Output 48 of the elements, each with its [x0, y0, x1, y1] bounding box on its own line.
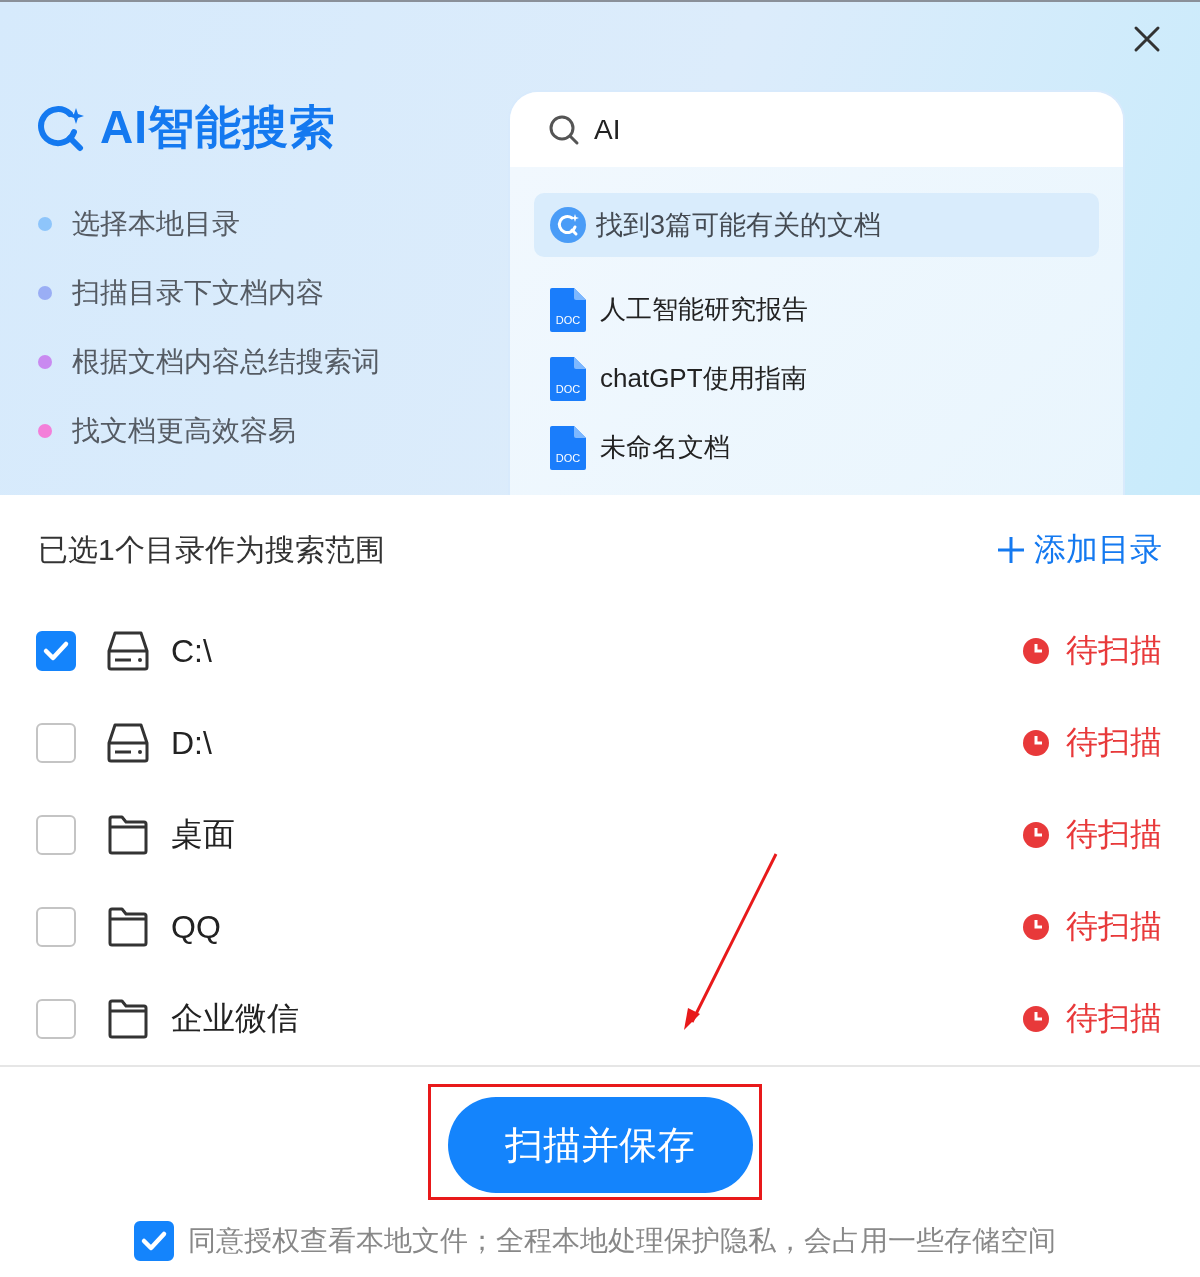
scope-label: 已选1个目录作为搜索范围 — [38, 531, 385, 568]
directory-name: C:\ — [171, 632, 212, 670]
scan-status: 待扫描 — [1066, 907, 1162, 946]
checkbox[interactable] — [36, 723, 76, 763]
search-icon — [548, 113, 580, 146]
feature-text: 找文档更高效容易 — [72, 413, 296, 448]
feature-text: 根据文档内容总结搜索词 — [72, 344, 380, 379]
scan-save-button[interactable]: 扫描并保存 — [447, 1097, 753, 1193]
scan-status: 待扫描 — [1066, 999, 1162, 1038]
checkbox[interactable] — [36, 631, 76, 671]
plus-icon — [996, 535, 1026, 565]
clock-icon — [1022, 1005, 1050, 1033]
directory-name: 桌面 — [171, 815, 235, 854]
folder-icon — [107, 815, 149, 855]
folder-icon — [107, 999, 149, 1039]
close-icon[interactable] — [1132, 24, 1162, 54]
search-field[interactable]: AI — [510, 92, 1123, 167]
directory-name: QQ — [171, 908, 221, 946]
add-directory-button[interactable]: 添加目录 — [996, 528, 1162, 572]
feature-text: 扫描目录下文档内容 — [72, 275, 324, 310]
document-name[interactable]: chatGPT使用指南 — [600, 361, 807, 396]
clock-icon — [1022, 821, 1050, 849]
folder-icon — [107, 907, 149, 947]
clock-icon — [1022, 729, 1050, 757]
ai-search-icon — [38, 104, 86, 152]
ai-search-icon — [550, 207, 586, 243]
checkbox[interactable] — [36, 999, 76, 1039]
doc-file-icon: DOC — [550, 425, 586, 470]
scan-status: 待扫描 — [1066, 723, 1162, 762]
scan-status: 待扫描 — [1066, 631, 1162, 670]
app-title: AI智能搜索 — [100, 100, 336, 155]
drive-icon — [107, 723, 149, 763]
feature-text: 选择本地目录 — [72, 206, 240, 241]
drive-icon — [107, 631, 149, 671]
directory-name: D:\ — [171, 724, 212, 762]
doc-file-icon: DOC — [550, 287, 586, 332]
checkbox[interactable] — [134, 1221, 174, 1261]
checkbox[interactable] — [36, 907, 76, 947]
scan-status: 待扫描 — [1066, 815, 1162, 854]
doc-file-icon: DOC — [550, 356, 586, 401]
document-name[interactable]: 未命名文档 — [600, 430, 730, 465]
directory-name: 企业微信 — [171, 999, 299, 1038]
checkbox[interactable] — [36, 815, 76, 855]
document-name[interactable]: 人工智能研究报告 — [600, 292, 808, 327]
clock-icon — [1022, 913, 1050, 941]
result-banner: 找到3篇可能有关的文档 — [534, 193, 1099, 257]
consent-text: 同意授权查看本地文件；全程本地处理保护隐私，会占用一些存储空间 — [188, 1224, 1056, 1258]
clock-icon — [1022, 637, 1050, 665]
